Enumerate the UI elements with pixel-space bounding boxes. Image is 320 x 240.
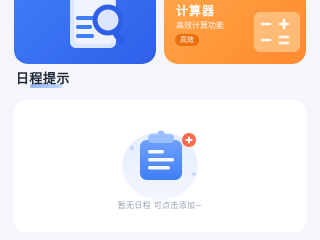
calculator-icon — [254, 12, 300, 52]
calculator-tag: 高效 — [175, 34, 199, 46]
clipboard-add-icon[interactable] — [118, 122, 208, 202]
document-search-card[interactable] — [14, 0, 156, 64]
schedule-empty-panel[interactable]: 暂无日程 可点击添加~ — [14, 100, 306, 232]
calculator-subtitle: 高效计算功能 — [176, 21, 224, 30]
calculator-card[interactable]: 计算器 高效计算功能 高效 — [164, 0, 306, 64]
document-search-icon — [70, 0, 126, 48]
page: 计算器 高效计算功能 高效 日程提示 暂无日程 可点击添加~ — [0, 0, 320, 240]
calculator-title: 计算器 — [176, 4, 216, 18]
schedule-section-title: 日程提示 — [16, 72, 71, 87]
schedule-empty-text[interactable]: 暂无日程 可点击添加~ — [14, 201, 306, 211]
